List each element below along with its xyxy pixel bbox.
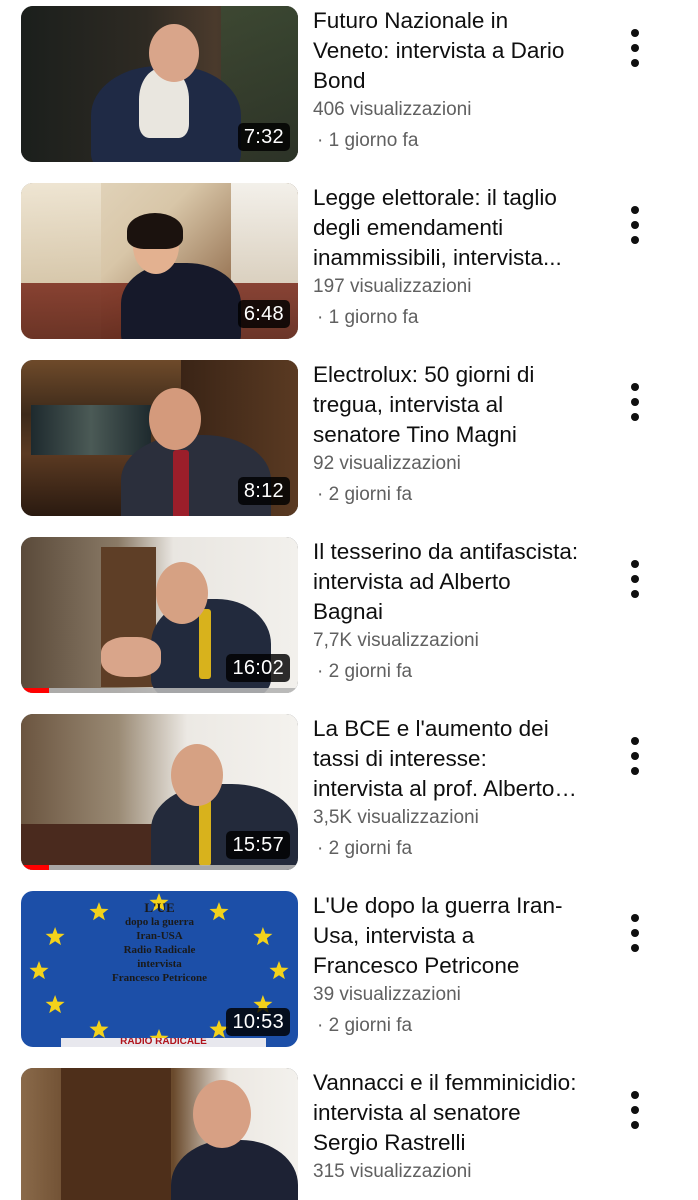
more-vertical-icon[interactable] [620, 1086, 650, 1134]
video-item[interactable]: 8:12 Electrolux: 50 giorni di tregua, in… [0, 354, 698, 531]
video-age: · 2 giorni fa [317, 1015, 413, 1036]
video-meta: Vannacci e il femminicidio: intervista a… [313, 1068, 583, 1185]
eu-star-icon [45, 927, 65, 946]
video-thumbnail[interactable] [21, 1068, 298, 1200]
video-title[interactable]: Futuro Nazionale in Veneto: intervista a… [313, 6, 583, 96]
video-age: · 2 giorni fa [317, 838, 413, 859]
eu-star-icon [89, 1019, 109, 1038]
video-views: 39 visualizzazioni [313, 984, 461, 1005]
video-item[interactable]: 6:48 Legge elettorale: il taglio degli e… [0, 177, 698, 354]
video-duration: 16:02 [226, 654, 290, 682]
video-title[interactable]: L'Ue dopo la guerra Iran-Usa, intervista… [313, 891, 583, 981]
video-title[interactable]: Il tesserino da antifascista: intervista… [313, 537, 583, 627]
video-views: 3,5K visualizzazioni [313, 807, 479, 828]
video-duration: 6:48 [237, 300, 290, 328]
video-views: 406 visualizzazioni [313, 99, 472, 120]
caption-line: dopo la guerra [124, 916, 195, 928]
video-meta: Legge elettorale: il taglio degli emenda… [313, 183, 583, 331]
thumbnail-footer: RADIO RADICALE [61, 1038, 266, 1047]
more-vertical-icon[interactable] [620, 378, 650, 426]
more-vertical-icon[interactable] [620, 555, 650, 603]
video-thumbnail[interactable]: 16:02 [21, 537, 298, 693]
eu-star-icon [269, 961, 289, 980]
video-title[interactable]: Electrolux: 50 giorni di tregua, intervi… [313, 360, 583, 450]
video-meta: Il tesserino da antifascista: intervista… [313, 537, 583, 685]
video-thumbnail[interactable]: 15:57 [21, 714, 298, 870]
video-meta: Futuro Nazionale in Veneto: intervista a… [313, 6, 583, 154]
video-age: · 2 giorni fa [317, 484, 413, 505]
video-item[interactable]: 16:02 Il tesserino da antifascista: inte… [0, 531, 698, 708]
thumbnail-caption: L'UE dopo la guerra Iran-USA Radio Radic… [81, 901, 238, 985]
eu-star-icon [45, 995, 65, 1014]
video-meta: Electrolux: 50 giorni di tregua, intervi… [313, 360, 583, 508]
watch-progress-bar [21, 865, 298, 870]
caption-line: Iran-USA [136, 930, 183, 942]
video-item[interactable]: Vannacci e il femminicidio: intervista a… [0, 1062, 698, 1200]
more-vertical-icon[interactable] [620, 732, 650, 780]
eu-star-icon [253, 927, 273, 946]
watch-progress-fill [21, 865, 49, 870]
thumbnail-footer-text: RADIO RADICALE [120, 1038, 207, 1047]
video-age: · 1 giorno fa [317, 130, 419, 151]
more-vertical-icon[interactable] [620, 24, 650, 72]
watch-progress-fill [21, 688, 49, 693]
video-thumbnail[interactable]: L'UE dopo la guerra Iran-USA Radio Radic… [21, 891, 298, 1047]
video-title[interactable]: Vannacci e il femminicidio: intervista a… [313, 1068, 583, 1158]
video-thumbnail[interactable]: 8:12 [21, 360, 298, 516]
video-age: · 2 giorni fa [317, 661, 413, 682]
more-vertical-icon[interactable] [620, 201, 650, 249]
video-meta: L'Ue dopo la guerra Iran-Usa, intervista… [313, 891, 583, 1039]
video-item[interactable]: L'UE dopo la guerra Iran-USA Radio Radic… [0, 885, 698, 1062]
video-duration: 7:32 [237, 123, 290, 151]
video-title[interactable]: Legge elettorale: il taglio degli emenda… [313, 183, 583, 273]
caption-line: Francesco Petricone [112, 972, 207, 984]
video-thumbnail[interactable]: 7:32 [21, 6, 298, 162]
video-views: 315 visualizzazioni [313, 1161, 472, 1182]
video-age: · 1 giorno fa [317, 307, 419, 328]
caption-line: L'UE [144, 900, 175, 915]
video-views: 7,7K visualizzazioni [313, 630, 479, 651]
video-item[interactable]: 7:32 Futuro Nazionale in Veneto: intervi… [0, 0, 698, 177]
more-vertical-icon[interactable] [620, 909, 650, 957]
video-item[interactable]: 15:57 La BCE e l'aumento dei tassi di in… [0, 708, 698, 885]
video-views: 197 visualizzazioni [313, 276, 472, 297]
video-meta: La BCE e l'aumento dei tassi di interess… [313, 714, 583, 862]
video-feed: 7:32 Futuro Nazionale in Veneto: intervi… [0, 0, 698, 1200]
video-views: 92 visualizzazioni [313, 453, 461, 474]
video-thumbnail[interactable]: 6:48 [21, 183, 298, 339]
video-duration: 10:53 [226, 1008, 290, 1036]
caption-line: Radio Radicale [123, 944, 196, 956]
watch-progress-bar [21, 688, 298, 693]
video-title[interactable]: La BCE e l'aumento dei tassi di interess… [313, 714, 583, 804]
video-duration: 8:12 [237, 477, 290, 505]
caption-line: intervista [137, 958, 182, 970]
eu-star-icon [29, 961, 49, 980]
video-duration: 15:57 [226, 831, 290, 859]
